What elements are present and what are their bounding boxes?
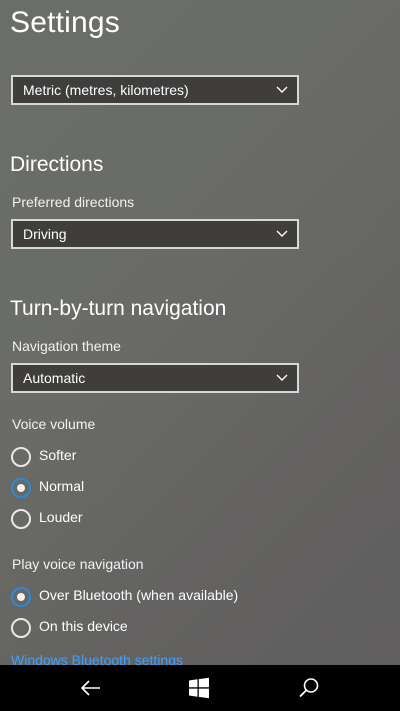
units-dropdown[interactable]: Metric (metres, kilometres) [11, 75, 299, 105]
page-title: Settings [10, 6, 120, 39]
search-icon[interactable] [297, 676, 321, 700]
bluetooth-settings-link[interactable]: Windows Bluetooth settings [11, 652, 183, 665]
preferred-directions-label: Preferred directions [12, 194, 135, 210]
radio-button[interactable] [11, 618, 31, 638]
radio-label: Softer [39, 447, 77, 463]
navigation-theme-dropdown[interactable]: Automatic [11, 363, 299, 393]
radio-label: Normal [39, 478, 85, 494]
turn-by-turn-heading: Turn-by-turn navigation [10, 297, 227, 320]
voice-volume-label: Voice volume [12, 416, 96, 432]
preferred-directions-dropdown[interactable]: Driving [11, 219, 299, 249]
radio-button[interactable] [11, 587, 31, 607]
chevron-down-icon [276, 86, 288, 93]
back-arrow-icon[interactable] [79, 676, 103, 700]
radio-button[interactable] [11, 509, 31, 529]
play-voice-navigation-label: Play voice navigation [12, 556, 144, 572]
navigation-theme-label: Navigation theme [12, 338, 121, 354]
radio-label: Over Bluetooth (when available) [39, 587, 239, 603]
radio-label: Louder [39, 509, 83, 525]
radio-label: On this device [39, 618, 128, 634]
radio-button[interactable] [11, 478, 31, 498]
units-dropdown-value: Metric (metres, kilometres) [23, 82, 189, 98]
directions-heading: Directions [10, 153, 104, 176]
navigation-theme-value: Automatic [23, 370, 86, 386]
chevron-down-icon [276, 230, 288, 237]
settings-page: Settings Metric (metres, kilometres) Dir… [0, 0, 400, 665]
preferred-directions-value: Driving [23, 226, 67, 242]
windows-start-icon[interactable] [187, 676, 211, 700]
radio-button[interactable] [11, 447, 31, 467]
system-navigation-bar [0, 665, 400, 711]
chevron-down-icon [276, 374, 288, 381]
